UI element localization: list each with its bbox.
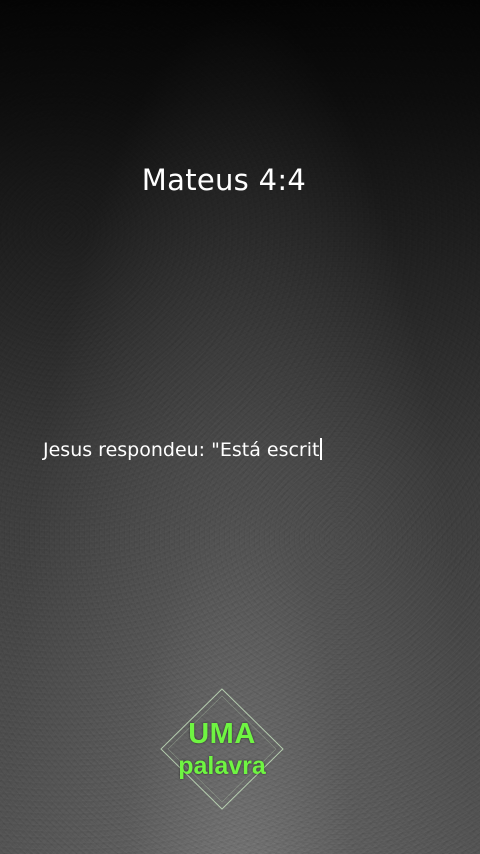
verse-reference: Mateus 4:4 <box>141 163 307 197</box>
verse-text: Jesus respondeu: "Está escrit <box>43 439 320 461</box>
video-frame: Mateus 4:4 Jesus respondeu: "Está escrit… <box>0 0 480 854</box>
uma-palavra-logo: UMA palavra <box>160 688 284 810</box>
logo-word-palavra: palavra <box>178 752 266 780</box>
typing-caret <box>320 438 322 460</box>
logo-word-uma: UMA <box>188 718 256 750</box>
verse-text-line: Jesus respondeu: "Está escrit <box>43 438 322 461</box>
